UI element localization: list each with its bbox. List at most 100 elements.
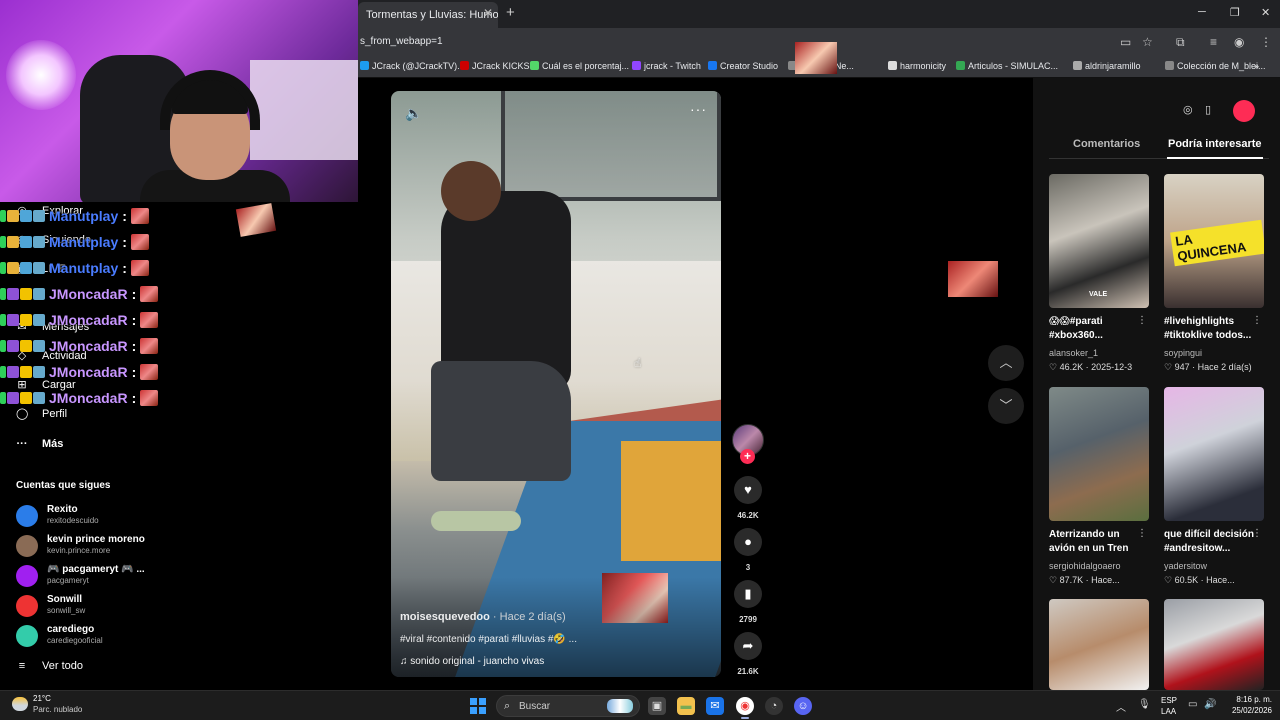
bookmark-item[interactable]: Articulos - SIMULAC... [956,61,1058,71]
video-player[interactable]: 🔈 ··· moisesquevedoo · Hace 2 día(s) #vi… [391,91,721,677]
obs-icon[interactable]: ◔ [765,697,783,715]
see-all-link[interactable]: ≡ Ver todo [16,660,83,672]
network-icon[interactable]: ▭ [1188,699,1197,710]
card-author[interactable]: yadersitow [1164,561,1207,571]
user-avatar[interactable] [1233,100,1255,122]
keyboard-language[interactable]: ESP [1161,696,1177,705]
like-button[interactable]: ♥ [734,476,762,504]
weather-desc[interactable]: Parc. nublado [33,705,82,714]
video-author[interactable]: moisesquevedoo · Hace 2 día(s) [400,611,566,623]
previous-video-button[interactable]: ︿ [988,345,1024,381]
video-thumbnail[interactable] [1164,599,1264,690]
taskbar-search[interactable]: ⌕ Buscar [496,695,640,717]
clock-time[interactable]: 8:16 p. m. [1226,695,1272,704]
extensions-icon[interactable]: ⧉ [1176,35,1185,50]
profile-ext-icon[interactable]: ◉ [1234,35,1244,49]
video-description[interactable]: #viral #contenido #parati #lluvias #🤣 ..… [400,634,577,645]
menu-dots-icon[interactable]: ⋮ [1260,35,1272,49]
chat-username[interactable]: Manutplay [49,208,118,224]
tray-chevron-up-icon[interactable]: ︿ [1116,699,1126,714]
recommended-video-card[interactable]: Aterrizando un avión en un Tren ⋮ sergiohi… [1049,387,1151,592]
chrome-icon[interactable]: ◉ [736,697,754,715]
next-video-button[interactable]: ﹀ [988,388,1024,424]
sidebar-item-más[interactable]: ··· Más [16,438,64,450]
recommended-video-card[interactable] [1049,599,1151,690]
start-button[interactable] [470,698,486,714]
bookmark-item[interactable]: aldrinjaramillo [1073,61,1141,71]
browser-tab[interactable]: Tormentas y Lluvias: Humor [358,2,498,28]
video-thumbnail[interactable] [1049,599,1149,690]
card-title[interactable]: que difícil decisión #andresitow... [1164,528,1260,556]
card-author[interactable]: soypingui [1164,348,1202,358]
chat-username[interactable]: Manutplay [49,234,118,250]
emote-sticker [948,261,998,297]
card-menu-icon[interactable]: ⋮ [1137,315,1147,326]
bookmark-item[interactable]: Colección de M_blei... [1165,61,1266,71]
bookmark-label: Creator Studio [720,61,779,71]
card-title[interactable]: Aterrizando un avión en un Tren [1049,528,1145,556]
clock-date[interactable]: 25/02/2026 [1222,706,1272,715]
restore-icon[interactable]: ❐ [1230,6,1240,19]
explore-icon[interactable]: ◎ [1183,103,1193,116]
chat-username[interactable]: JMoncadaR [49,286,128,302]
tab-comments[interactable]: Comentarios [1073,138,1140,150]
tab-recommended[interactable]: Podría interesarte [1168,138,1262,150]
bookmark-favicon-icon [708,61,717,70]
video-thumbnail[interactable] [1049,387,1149,521]
bookmark-item[interactable]: JCrack (@JCrackTV)... [360,61,465,71]
keyboard-layout[interactable]: LAA [1161,707,1176,716]
card-menu-icon[interactable]: ⋮ [1252,315,1262,326]
star-icon[interactable]: ☆ [1142,35,1153,49]
thumbnail-caption: LA QUINCENA [1170,219,1264,267]
video-thumbnail[interactable]: LA QUINCENA [1164,174,1264,308]
recommended-video-card[interactable]: LA QUINCENA #livehighlights #tiktoklive t… [1164,174,1266,379]
volume-tray-icon[interactable]: 🔊 [1204,699,1216,710]
recommended-video-card[interactable]: VALE 😱😱#parati #xbox360... ⋮ alansoker_1 ♡ 4… [1049,174,1151,379]
close-window-icon[interactable]: ✕ [1261,6,1270,19]
weather-icon[interactable] [12,697,28,711]
recommended-video-card[interactable] [1164,599,1266,690]
share-button[interactable]: ➦ [734,632,762,660]
card-author[interactable]: alansoker_1 [1049,348,1098,358]
mobile-icon[interactable]: ▯ [1205,103,1211,116]
chat-username[interactable]: JMoncadaR [49,364,128,380]
chat-username[interactable]: JMoncadaR [49,390,128,406]
task-view-icon[interactable]: ▣ [648,697,666,715]
bookmark-item[interactable]: harmonicity [888,61,946,71]
comment-button[interactable]: ● [734,528,762,556]
bookmark-item[interactable]: Cuál es el porcentaj... [530,61,629,71]
badge-icon [7,262,19,274]
card-title[interactable]: 😱😱#parati #xbox360... [1049,315,1145,343]
tab-close-icon[interactable]: ✕ [483,6,493,20]
cast-icon[interactable]: ▭ [1120,35,1131,49]
chat-username[interactable]: JMoncadaR [49,338,128,354]
more-options-icon[interactable]: ··· [690,101,707,117]
shelf [250,60,358,160]
discord-icon[interactable]: ☺ [794,697,812,715]
microphone-icon[interactable]: 🎙 [1138,699,1151,710]
video-sound[interactable]: ♫ sonido original - juancho vivas [400,656,544,667]
follow-plus-icon[interactable]: + [740,449,755,464]
recommended-video-card[interactable]: que difícil decisión #andresitow... ⋮ yade… [1164,387,1266,592]
chat-username[interactable]: Manutplay [49,260,118,276]
bookmark-item[interactable]: jcrack - Twitch [632,61,701,71]
card-author[interactable]: sergiohidalgoaero [1049,561,1121,571]
file-explorer-icon[interactable]: ▬ [677,697,695,715]
video-thumbnail[interactable]: VALE [1049,174,1149,308]
bookmark-item[interactable]: JCrack KICKS [460,61,530,71]
url-text[interactable]: s_from_webapp=1 [360,36,443,47]
new-tab-icon[interactable]: + [506,4,515,21]
video-thumbnail[interactable] [1164,387,1264,521]
card-title[interactable]: #livehighlights #tiktoklive todos... [1164,315,1260,343]
chat-username[interactable]: JMoncadaR [49,312,128,328]
volume-icon[interactable]: 🔈 [405,105,422,122]
bookmark-item[interactable]: Creator Studio [708,61,778,71]
minimize-icon[interactable]: ─ [1198,6,1206,18]
save-button[interactable]: ▮ [734,580,762,608]
card-menu-icon[interactable]: ⋮ [1137,528,1147,539]
media-icon[interactable]: ≡ [1210,35,1217,49]
weather-temp[interactable]: 21°C [33,694,51,703]
card-menu-icon[interactable]: ⋮ [1252,528,1262,539]
ring-light [6,40,76,110]
mail-icon[interactable]: ✉ [706,697,724,715]
